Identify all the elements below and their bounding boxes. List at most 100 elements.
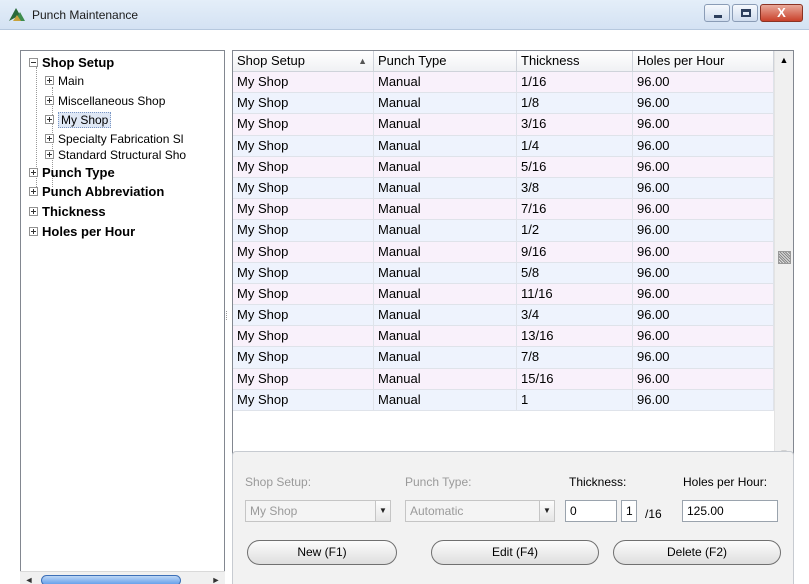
table-row[interactable]: My Shop Manual 3/4 96.00 — [233, 305, 774, 327]
cell-shop-setup[interactable]: My Shop — [233, 305, 374, 327]
scroll-right-icon[interactable]: ► — [209, 574, 223, 584]
cell-holes-per-hour[interactable]: 96.00 — [633, 368, 774, 390]
cell-punch-type[interactable]: Manual — [374, 156, 517, 178]
tree-horizontal-scrollbar[interactable]: ◄ ► — [20, 571, 225, 584]
cell-thickness[interactable]: 11/16 — [517, 283, 633, 306]
tree-node-punch-abbreviation[interactable]: Punch Abbreviation — [29, 184, 164, 200]
data-grid[interactable]: Shop Setup ▲ Punch Type Thickness Holes … — [232, 50, 794, 463]
table-row[interactable]: My Shop Manual 7/8 96.00 — [233, 347, 774, 369]
cell-thickness[interactable]: 1/8 — [517, 93, 633, 115]
cell-holes-per-hour[interactable]: 96.00 — [633, 114, 774, 136]
column-header-holes-per-hour[interactable]: Holes per Hour — [633, 51, 774, 72]
table-row[interactable]: My Shop Manual 9/16 96.00 — [233, 241, 774, 263]
cell-holes-per-hour[interactable]: 96.00 — [633, 177, 774, 200]
cell-punch-type[interactable]: Manual — [374, 262, 517, 284]
cell-punch-type[interactable]: Manual — [374, 72, 517, 94]
table-row[interactable]: My Shop Manual 15/16 96.00 — [233, 368, 774, 390]
table-row[interactable]: My Shop Manual 1/16 96.00 — [233, 72, 774, 94]
column-header-punch-type[interactable]: Punch Type — [374, 51, 517, 72]
collapse-icon[interactable] — [29, 58, 38, 68]
cell-holes-per-hour[interactable]: 96.00 — [633, 220, 774, 242]
expand-icon[interactable] — [45, 150, 54, 160]
expand-icon[interactable] — [29, 227, 38, 237]
scrollbar-thumb[interactable] — [41, 575, 181, 584]
cell-thickness[interactable]: 3/8 — [517, 177, 633, 200]
table-row[interactable]: My Shop Manual 5/16 96.00 — [233, 156, 774, 178]
cell-holes-per-hour[interactable]: 96.00 — [633, 283, 774, 306]
cell-thickness[interactable]: 5/8 — [517, 262, 633, 284]
chevron-down-icon[interactable]: ▼ — [539, 501, 554, 521]
cell-thickness[interactable]: 7/8 — [517, 347, 633, 369]
tree-node-standard-structural[interactable]: Standard Structural Sho — [45, 147, 186, 163]
cell-shop-setup[interactable]: My Shop — [233, 347, 374, 369]
column-header-shop-setup[interactable]: Shop Setup ▲ — [233, 51, 374, 72]
tree-node-thickness[interactable]: Thickness — [29, 204, 106, 220]
scroll-up-icon[interactable]: ▲ — [778, 53, 790, 67]
edit-button[interactable]: Edit (F4) — [431, 540, 599, 565]
cell-shop-setup[interactable]: My Shop — [233, 389, 374, 411]
cell-shop-setup[interactable]: My Shop — [233, 220, 374, 242]
cell-punch-type[interactable]: Manual — [374, 347, 517, 369]
cell-thickness[interactable]: 1/2 — [517, 220, 633, 242]
cell-thickness[interactable]: 15/16 — [517, 368, 633, 390]
cell-thickness[interactable]: 1/16 — [517, 72, 633, 94]
table-row[interactable]: My Shop Manual 7/16 96.00 — [233, 199, 774, 221]
maximize-button[interactable] — [732, 4, 758, 22]
scroll-left-icon[interactable]: ◄ — [22, 574, 36, 584]
cell-shop-setup[interactable]: My Shop — [233, 93, 374, 115]
cell-thickness[interactable]: 5/16 — [517, 156, 633, 178]
pane-splitter[interactable] — [226, 311, 229, 320]
minimize-button[interactable] — [704, 4, 730, 22]
cell-holes-per-hour[interactable]: 96.00 — [633, 262, 774, 284]
cell-shop-setup[interactable]: My Shop — [233, 199, 374, 221]
cell-thickness[interactable]: 7/16 — [517, 199, 633, 221]
cell-punch-type[interactable]: Manual — [374, 114, 517, 136]
tree-node-shop-setup[interactable]: Shop Setup — [29, 55, 114, 71]
cell-shop-setup[interactable]: My Shop — [233, 114, 374, 136]
expand-icon[interactable] — [29, 187, 38, 197]
cell-holes-per-hour[interactable]: 96.00 — [633, 93, 774, 115]
cell-holes-per-hour[interactable]: 96.00 — [633, 72, 774, 94]
cell-thickness[interactable]: 3/16 — [517, 114, 633, 136]
cell-punch-type[interactable]: Manual — [374, 389, 517, 411]
cell-punch-type[interactable]: Manual — [374, 241, 517, 263]
holes-per-hour-input[interactable]: 125.00 — [682, 500, 778, 522]
expand-icon[interactable] — [45, 76, 54, 86]
cell-holes-per-hour[interactable]: 96.00 — [633, 305, 774, 327]
tree-node-my-shop[interactable]: My Shop — [45, 112, 112, 128]
tree-node-holes-per-hour[interactable]: Holes per Hour — [29, 224, 135, 240]
cell-thickness[interactable]: 9/16 — [517, 241, 633, 263]
expand-icon[interactable] — [45, 96, 54, 106]
delete-button[interactable]: Delete (F2) — [613, 540, 781, 565]
close-button[interactable]: X — [760, 4, 803, 22]
cell-thickness[interactable]: 13/16 — [517, 326, 633, 348]
cell-shop-setup[interactable]: My Shop — [233, 283, 374, 306]
thickness-numerator-input[interactable]: 1 — [621, 500, 637, 522]
column-header-thickness[interactable]: Thickness — [517, 51, 633, 72]
cell-punch-type[interactable]: Manual — [374, 305, 517, 327]
cell-shop-setup[interactable]: My Shop — [233, 72, 374, 94]
cell-punch-type[interactable]: Manual — [374, 283, 517, 306]
table-row[interactable]: My Shop Manual 3/8 96.00 — [233, 177, 774, 200]
table-row[interactable]: My Shop Manual 1/2 96.00 — [233, 220, 774, 242]
table-row[interactable]: My Shop Manual 1/8 96.00 — [233, 93, 774, 115]
cell-shop-setup[interactable]: My Shop — [233, 177, 374, 200]
cell-shop-setup[interactable]: My Shop — [233, 262, 374, 284]
cell-thickness[interactable]: 1/4 — [517, 135, 633, 157]
table-row[interactable]: My Shop Manual 13/16 96.00 — [233, 326, 774, 348]
new-button[interactable]: New (F1) — [247, 540, 397, 565]
cell-punch-type[interactable]: Manual — [374, 177, 517, 200]
cell-shop-setup[interactable]: My Shop — [233, 241, 374, 263]
cell-holes-per-hour[interactable]: 96.00 — [633, 241, 774, 263]
cell-holes-per-hour[interactable]: 96.00 — [633, 135, 774, 157]
cell-punch-type[interactable]: Manual — [374, 368, 517, 390]
cell-holes-per-hour[interactable]: 96.00 — [633, 156, 774, 178]
expand-icon[interactable] — [29, 207, 38, 217]
cell-thickness[interactable]: 1 — [517, 389, 633, 411]
table-row[interactable]: My Shop Manual 11/16 96.00 — [233, 283, 774, 306]
table-row[interactable]: My Shop Manual 5/8 96.00 — [233, 262, 774, 284]
cell-holes-per-hour[interactable]: 96.00 — [633, 389, 774, 411]
shop-setup-dropdown[interactable]: My Shop ▼ — [245, 500, 391, 522]
tree-node-main[interactable]: Main — [45, 73, 84, 89]
grid-vertical-scrollbar[interactable]: ▲ ▼ — [774, 51, 793, 462]
